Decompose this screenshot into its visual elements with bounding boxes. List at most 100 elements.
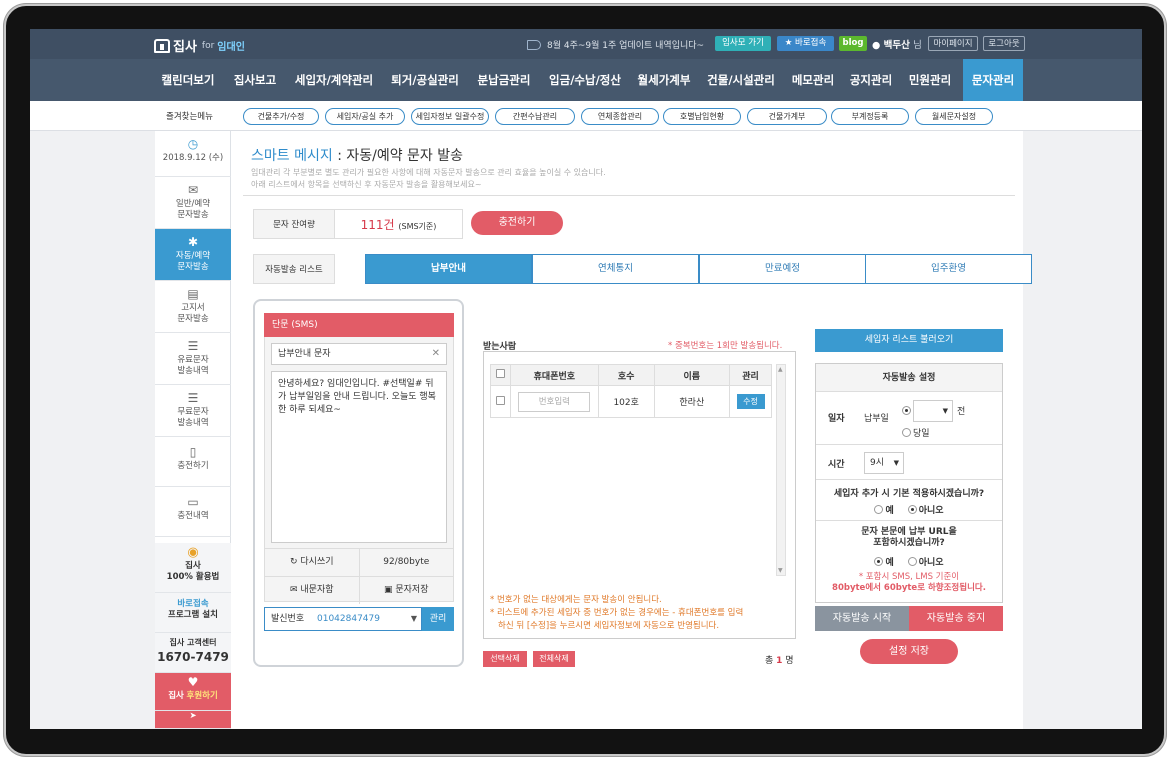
- tab-welcome[interactable]: 입주환영: [865, 254, 1032, 284]
- row-select-cell: [490, 385, 511, 418]
- nav-sms[interactable]: 문자관리: [963, 59, 1023, 101]
- tab-expiry-notice[interactable]: 만료예정: [699, 254, 866, 284]
- nav-ledger[interactable]: 월세가계부: [632, 59, 696, 101]
- sidebar-item-bill-sms[interactable]: ▤ 고지서 문자발송: [155, 281, 231, 333]
- start-auto-send-button[interactable]: 자동발송 시작: [815, 606, 909, 631]
- url-warning: * 포함시 SMS, LMS 기준이 80byte에서 60byte로 하향조정…: [816, 572, 1002, 594]
- scroll-down-icon[interactable]: ▼: [778, 567, 783, 574]
- sidebar-item-charge-history[interactable]: ▭ 충전내역: [155, 487, 231, 537]
- sponsor-button[interactable]: ♥ 집사 후원하기: [155, 673, 231, 711]
- sidebar: ◷ 2018.9.12 (수) ✉ 일반/예약 문자발송 ✱ 자동/예약 문자발…: [155, 131, 231, 729]
- chrome-icon: ◉: [187, 545, 199, 560]
- sidebar-item-general-sms[interactable]: ✉ 일반/예약 문자발송: [155, 177, 231, 229]
- load-tenants-button[interactable]: 세입자 리스트 불러오기: [815, 329, 1003, 352]
- top-bar: 집사 for 임대인 8월 4주~9월 1주 업데이트 내역입니다~ 임사모 가…: [30, 29, 1142, 59]
- quick-simple-payment[interactable]: 간편수납관리: [495, 108, 575, 125]
- quick-connect-button[interactable]: ★ 바로접속: [777, 36, 834, 51]
- message-textarea[interactable]: 안녕하세요? 임대인입니다. #선택일# 뒤가 납부일임을 안내 드립니다. 오…: [271, 371, 447, 543]
- divider: [243, 195, 1015, 196]
- nav-calendar[interactable]: 캘린더보기: [154, 59, 222, 101]
- subject-input[interactable]: 납부안내 문자 ✕: [271, 343, 447, 365]
- update-notice[interactable]: 8월 4주~9월 1주 업데이트 내역입니다~: [527, 38, 704, 51]
- save-settings-button[interactable]: 설정 저장: [860, 639, 958, 664]
- sidebar-item-auto-sms[interactable]: ✱ 자동/예약 문자발송: [155, 229, 231, 281]
- nav-vacancy[interactable]: 퇴거/공실관리: [384, 59, 466, 101]
- promo-guide[interactable]: ◉ 집사 100% 활용법: [155, 543, 231, 593]
- quick-building-ledger[interactable]: 건물가계부: [747, 108, 827, 125]
- row-checkbox[interactable]: [495, 395, 505, 405]
- nav-building[interactable]: 건물/시설관리: [700, 59, 782, 101]
- quick-sub-account[interactable]: 부계정등록: [831, 108, 909, 125]
- notice-text: 8월 4주~9월 1주 업데이트 내역입니다~: [547, 41, 705, 51]
- quick-tenant-bulk-edit[interactable]: 세입자정보 일괄수정: [411, 108, 489, 125]
- nav-payment[interactable]: 입금/수납/정산: [542, 59, 628, 101]
- composer-actions-row2: ✉ 내문자함 ▣ 문자저장: [265, 576, 453, 604]
- url-yes-radio[interactable]: [874, 557, 884, 566]
- sender-manage-button[interactable]: 관리: [422, 607, 454, 631]
- days-before-select[interactable]: ▼: [913, 400, 953, 422]
- url-no-radio[interactable]: [907, 557, 917, 566]
- due-day-radio[interactable]: [902, 406, 911, 415]
- save-message-button[interactable]: ▣ 문자저장: [358, 577, 454, 604]
- blog-button[interactable]: blog: [839, 36, 867, 51]
- rewrite-button[interactable]: ↻ 다시쓰기: [265, 549, 359, 576]
- delete-selected-button[interactable]: 선택삭제: [483, 651, 527, 667]
- user-name: 백두산: [883, 40, 910, 51]
- sms-type-header: 단문 (SMS): [264, 313, 454, 337]
- nav-complaint[interactable]: 민원관리: [902, 59, 958, 101]
- default-yes-radio[interactable]: [874, 505, 884, 514]
- quick-rent-sms[interactable]: 월세문자설정: [915, 108, 993, 125]
- default-no-option[interactable]: 아니오: [907, 503, 944, 516]
- charge-button[interactable]: 충전하기: [471, 211, 563, 235]
- sidebar-item-paid-history[interactable]: ☰ 유료문자 발송내역: [155, 333, 231, 385]
- time-select[interactable]: 9시 ▼: [864, 452, 904, 474]
- nav-notice[interactable]: 공지관리: [844, 59, 898, 101]
- my-messages-button[interactable]: ✉ 내문자함: [265, 577, 359, 604]
- sidebar-item-charge[interactable]: ▯ 충전하기: [155, 437, 231, 487]
- promo-guide-title: 집사: [185, 561, 201, 571]
- sidebar-item-label: 문자발송: [177, 210, 209, 220]
- phone-number-input[interactable]: 번호입력: [518, 391, 591, 412]
- stop-auto-send-button[interactable]: 자동발송 중지: [909, 606, 1003, 631]
- balance-count: 111건: [360, 218, 395, 232]
- select-all-checkbox[interactable]: [495, 369, 505, 378]
- tab-overdue-notice[interactable]: 연체통지: [532, 254, 699, 284]
- default-yes-option[interactable]: 예: [874, 503, 894, 516]
- nav-report[interactable]: 집사보고: [226, 59, 284, 101]
- clear-icon[interactable]: ✕: [432, 344, 440, 364]
- logo[interactable]: 집사 for 임대인: [154, 36, 245, 55]
- quick-unit-payment[interactable]: 호별납입현황: [663, 108, 741, 125]
- col-phone: 휴대폰번호: [509, 364, 599, 386]
- sidebar-item-free-history[interactable]: ☰ 무료문자 발송내역: [155, 385, 231, 437]
- promo-guide-sub: 100% 활용법: [166, 572, 220, 582]
- quick-tenant-add[interactable]: 세입자/공실 추가: [325, 108, 405, 125]
- megaphone-icon: [527, 39, 541, 50]
- default-no-radio[interactable]: [907, 505, 917, 514]
- url-no-option[interactable]: 아니오: [907, 555, 944, 568]
- nav-tenant-contract[interactable]: 세입자/계약관리: [288, 59, 380, 101]
- recipients-scrollbar[interactable]: ▲ ▼: [776, 364, 786, 576]
- promo-install[interactable]: 바로접속 프로그램 설치: [155, 593, 231, 633]
- mypage-button[interactable]: 마이페이지: [928, 36, 978, 51]
- tab-payment-notice[interactable]: 납부안내: [365, 254, 532, 284]
- send-icon-area[interactable]: ➤: [155, 711, 231, 729]
- logout-button[interactable]: 로그아웃: [983, 36, 1025, 51]
- time-value: 9시: [870, 458, 885, 468]
- quick-overdue[interactable]: 연체종합관리: [581, 108, 659, 125]
- url-yes-option[interactable]: 예: [874, 555, 894, 568]
- refresh-icon: ↻: [289, 557, 301, 567]
- nav-installment[interactable]: 분납금관리: [470, 59, 538, 101]
- sender-number-select[interactable]: 발신번호 01042847479 ▼: [264, 607, 422, 631]
- url-options: 예 아니오: [816, 555, 1002, 568]
- same-day-option[interactable]: 당일: [902, 426, 930, 439]
- table-header-row: 휴대폰번호 호수 이름 관리: [490, 364, 772, 386]
- edit-button[interactable]: 수정: [736, 394, 765, 409]
- delete-all-button[interactable]: 전체삭제: [533, 651, 575, 667]
- quick-building-edit[interactable]: 건물추가/수정: [243, 108, 319, 125]
- col-unit: 호수: [597, 364, 655, 386]
- scroll-up-icon[interactable]: ▲: [778, 366, 783, 373]
- go-community-button[interactable]: 임사모 가기: [715, 36, 771, 51]
- nav-memo[interactable]: 메모관리: [786, 59, 840, 101]
- same-day-radio[interactable]: [902, 428, 911, 437]
- cs-label: 집사 고객센터: [169, 638, 217, 647]
